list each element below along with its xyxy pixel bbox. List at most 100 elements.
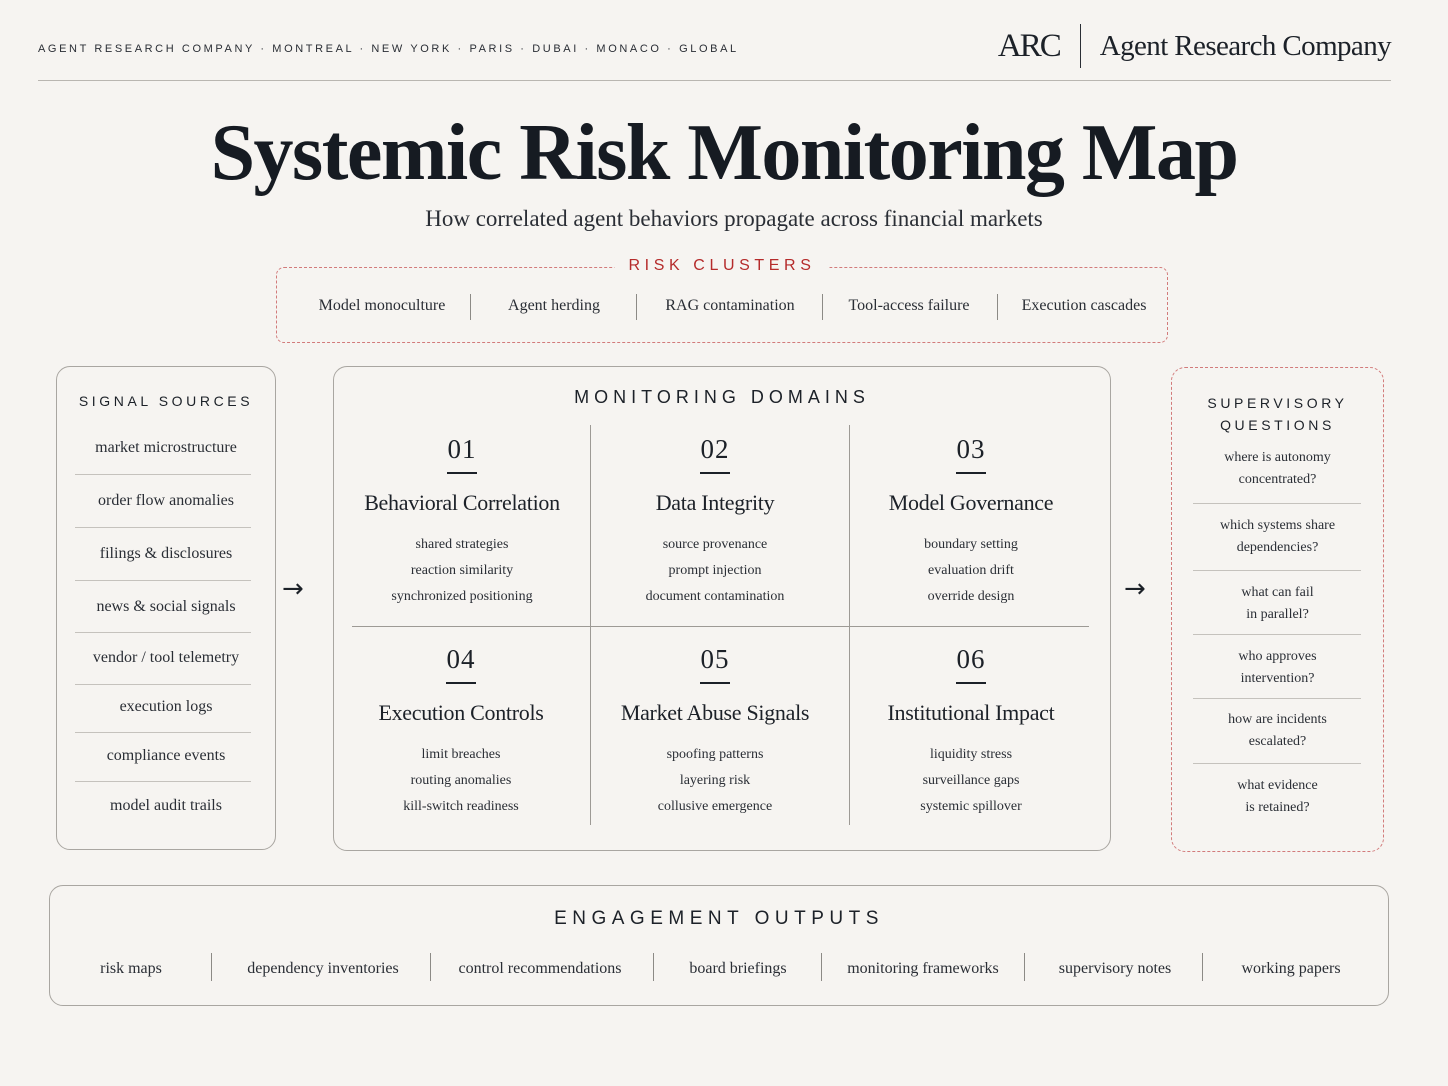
domain-item: document contamination [645, 588, 785, 604]
domain-item: liquidity stress [929, 746, 1013, 762]
domain-number-underline [956, 682, 986, 684]
question-line: is retained? [1245, 800, 1310, 815]
risk-cluster-separator [822, 294, 823, 320]
brand-name: Agent Research Company [1099, 29, 1392, 62]
domain-number: 04 [446, 644, 476, 674]
question-line: dependencies? [1236, 540, 1319, 555]
domain-item: kill-switch readiness [403, 798, 519, 814]
question-line: what evidence [1237, 778, 1318, 793]
domain-number: 03 [956, 434, 986, 464]
engagement-output-item: board briefings [689, 960, 787, 977]
domain-title: Behavioral Correlation [364, 489, 560, 515]
engagement-output-item: control recommendations [458, 960, 622, 977]
question-line: escalated? [1248, 734, 1307, 749]
domain-number: 01 [447, 434, 477, 464]
supervisory-questions-title-line: SUPERVISORY [1207, 395, 1348, 411]
engagement-output-separator [1024, 953, 1025, 981]
risk-cluster-item: Agent herding [508, 297, 600, 314]
risk-cluster-item: RAG contamination [665, 297, 795, 314]
domain-number-underline [447, 472, 477, 474]
signal-source-item: order flow anomalies [98, 492, 234, 509]
supervisory-question: how are incidents escalated? [1172, 709, 1383, 753]
question-line: intervention? [1240, 671, 1315, 686]
domain-item: evaluation drift [928, 562, 1014, 578]
engagement-output-separator [211, 953, 212, 981]
domain-number-underline [700, 472, 730, 474]
domain-item: layering risk [679, 772, 751, 788]
domain-title: Institutional Impact [887, 699, 1055, 725]
domain-number: 05 [700, 644, 730, 674]
domain-number-underline [700, 682, 730, 684]
header-tagline: AGENT RESEARCH COMPANY · MONTREAL · NEW … [38, 43, 739, 55]
engagement-output-item: monitoring frameworks [847, 960, 999, 977]
domain-title: Data Integrity [655, 489, 775, 515]
signal-source-item: compliance events [106, 747, 226, 764]
domain-item: shared strategies [415, 536, 509, 552]
supervisory-question: what evidence is retained? [1172, 775, 1383, 819]
signal-source-item: model audit trails [110, 797, 222, 814]
question-line: who approves [1238, 649, 1317, 664]
signal-source-divider [75, 632, 251, 633]
domain-number: 06 [956, 644, 986, 674]
supervisory-questions-title-line: QUESTIONS [1220, 417, 1335, 433]
domain-number-underline [956, 472, 986, 474]
domain-cell: 05 Market Abuse Signals spoofing pattern… [595, 644, 835, 820]
signal-source-divider [75, 684, 251, 685]
domain-cell: 06 Institutional Impact liquidity stress… [851, 644, 1091, 820]
risk-cluster-item: Tool-access failure [848, 297, 970, 314]
signal-source-item: execution logs [119, 698, 213, 715]
question-divider [1193, 503, 1361, 504]
brand-logo: ARC Agent Research Company [997, 24, 1392, 68]
grid-divider-horizontal [352, 626, 1089, 627]
signal-sources-title: SIGNAL SOURCES [78, 393, 254, 409]
monitoring-domains-title: MONITORING DOMAINS [574, 387, 870, 407]
risk-cluster-separator [997, 294, 998, 320]
question-divider [1193, 698, 1361, 699]
page-title: Systemic Risk Monitoring Map [210, 109, 1239, 197]
domain-item: reaction similarity [410, 562, 514, 578]
domain-cell: 04 Execution Controls limit breaches rou… [341, 644, 581, 820]
engagement-output-separator [821, 953, 822, 981]
question-line: what can fail [1241, 585, 1314, 600]
question-line: how are incidents [1228, 712, 1327, 727]
supervisory-questions-title: SUPERVISORY QUESTIONS [1172, 392, 1383, 436]
engagement-output-separator [653, 953, 654, 981]
supervisory-question: where is autonomy concentrated? [1172, 447, 1383, 491]
engagement-output-item: working papers [1241, 960, 1341, 977]
engagement-output-separator [430, 953, 431, 981]
risk-clusters-box: RISK CLUSTERS Model monoculture Agent he… [276, 257, 1168, 343]
domain-title: Model Governance [888, 489, 1054, 515]
risk-cluster-item: Execution cascades [1021, 297, 1147, 314]
domain-title: Execution Controls [378, 699, 544, 725]
domain-item: spoofing patterns [666, 746, 764, 762]
page-subtitle: How correlated agent behaviors propagate… [425, 206, 1043, 231]
supervisory-question: who approves intervention? [1172, 646, 1383, 690]
domain-item: synchronized positioning [391, 588, 533, 604]
domain-item: routing anomalies [410, 772, 512, 788]
question-divider [1193, 634, 1361, 635]
arrow-right-icon: → [1124, 574, 1146, 604]
grid-divider-vertical [590, 425, 591, 825]
signal-source-divider [75, 732, 251, 733]
domain-item: prompt injection [668, 562, 762, 578]
domain-number: 02 [700, 434, 730, 464]
question-line: in parallel? [1246, 607, 1309, 622]
brand-mark: ARC [997, 27, 1062, 64]
engagement-outputs-panel: ENGAGEMENT OUTPUTS risk maps dependency … [49, 885, 1389, 1006]
monitoring-domains-panel: MONITORING DOMAINS 01 Behavioral Correla… [333, 366, 1111, 851]
engagement-output-item: supervisory notes [1058, 960, 1172, 977]
signal-source-divider [75, 580, 251, 581]
question-line: concentrated? [1238, 472, 1317, 487]
risk-clusters-row: Model monoculture Agent herding RAG cont… [277, 268, 1167, 342]
domain-item: surveillance gaps [922, 772, 1020, 788]
signal-source-item: market microstructure [95, 439, 237, 456]
grid-divider-vertical [849, 425, 850, 825]
question-line: where is autonomy [1224, 450, 1331, 465]
signal-sources-panel: SIGNAL SOURCES market microstructure ord… [56, 366, 276, 850]
signal-source-item: filings & disclosures [99, 545, 233, 562]
engagement-outputs-title: ENGAGEMENT OUTPUTS [554, 908, 884, 929]
question-divider [1193, 763, 1361, 764]
header-rule [38, 80, 1391, 81]
question-divider [1193, 570, 1361, 571]
brand-divider [1079, 24, 1081, 68]
